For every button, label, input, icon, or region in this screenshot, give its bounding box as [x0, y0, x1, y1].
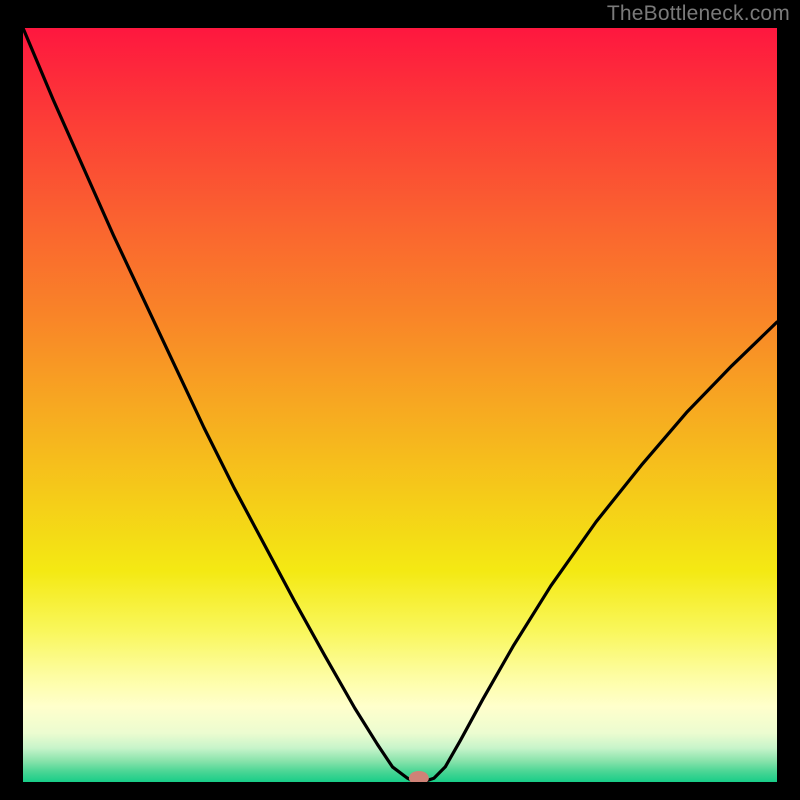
plot-area — [23, 28, 777, 782]
watermark-text: TheBottleneck.com — [607, 2, 790, 26]
plot-svg — [23, 28, 777, 782]
plot-background — [23, 28, 777, 782]
chart-container: TheBottleneck.com — [0, 0, 800, 800]
